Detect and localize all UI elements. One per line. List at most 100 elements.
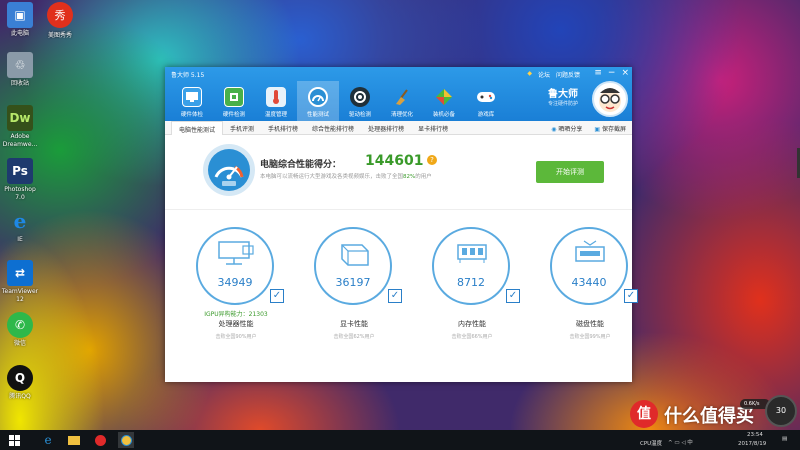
nav-label: 硬件检测	[222, 112, 245, 118]
tab-pc-performance[interactable]: 电脑性能测试	[171, 121, 224, 135]
nav-label: 游戏库	[477, 112, 495, 118]
menu-icon[interactable]: ≡	[594, 68, 602, 78]
component-scores: 34949 ✓ IGPU异构能力：21303 处理器性能 击败全国90%用户 3…	[165, 227, 638, 377]
close-icon[interactable]: ×	[621, 68, 629, 78]
score-ring: 43440 ✓	[550, 227, 638, 305]
desktop-icon-dreamweaver[interactable]: Dw Adobe Dreamwe...	[2, 105, 38, 149]
start-button[interactable]	[6, 432, 22, 448]
ie-icon: e	[13, 209, 27, 233]
card-disk: 43440 ✓ 磁盘性能 击败全国99%用户	[540, 227, 640, 377]
taskbar-explorer[interactable]	[66, 432, 82, 448]
tray-icons: ^ ▭ ◁ 中	[668, 438, 693, 446]
desktop-icon-label: 此电脑	[10, 30, 29, 37]
card-subtitle: 击败全国99%用户	[569, 334, 611, 340]
desktop-icon-ie[interactable]: e IE	[2, 208, 38, 244]
nav-temperature[interactable]: 温度管理	[255, 81, 297, 121]
memory-score: 8712	[457, 276, 485, 289]
nav-game-library[interactable]: 游戏库	[465, 81, 507, 121]
tab-gpu-ranking[interactable]: 显卡排行榜	[411, 121, 455, 135]
desktop-icon-label: Adobe Dreamwe...	[2, 133, 38, 148]
teamviewer-icon: ⇄	[7, 260, 33, 286]
start-test-button[interactable]: 开始评测	[536, 161, 604, 183]
card-title: 内存性能	[458, 320, 486, 328]
tab-phone-review[interactable]: 手机评测	[223, 121, 261, 135]
save-screenshot-button[interactable]: ▣ 保存截屏	[594, 124, 626, 133]
feedback-link[interactable]: 问题反馈	[556, 70, 580, 79]
desktop-icon-qq[interactable]: Q 腾讯QQ	[2, 365, 38, 401]
brand-name: 鲁大师	[548, 89, 578, 100]
nav-label: 硬件体检	[180, 112, 203, 118]
checkbox[interactable]: ✓	[506, 289, 520, 303]
chip-icon	[224, 87, 244, 107]
top-links: ◆ 论坛 问题反馈	[527, 70, 580, 79]
save-screenshot-label: 保存截屏	[601, 126, 626, 133]
taskbar: e CPU温度 ^ ▭ ◁ 中 23:54 2017/8/19 ▤	[0, 430, 800, 450]
desktop-icon-label: IE	[17, 236, 23, 243]
edge-icon: e	[44, 433, 52, 447]
score-label: 电脑综合性能得分：	[260, 160, 342, 170]
thermometer-icon	[266, 87, 286, 107]
checkbox[interactable]: ✓	[388, 289, 402, 303]
broom-icon	[392, 87, 412, 107]
monitor-icon	[182, 87, 202, 107]
nav-cleanup[interactable]: 清理优化	[381, 81, 423, 121]
shirt-icon[interactable]: ◆	[527, 70, 532, 79]
nav-label: 性能测试	[306, 112, 329, 118]
nav-label: 驱动检测	[348, 112, 371, 118]
score-desc-suffix: 的用户	[415, 174, 432, 180]
watermark-badge: 值	[630, 400, 658, 428]
checkbox[interactable]: ✓	[270, 289, 284, 303]
clock-date[interactable]: 2017/8/19	[738, 441, 766, 447]
desktop-icon-teamviewer[interactable]: ⇄ TeamViewer 12	[2, 260, 38, 304]
desktop-icon-label: Photoshop 7.0	[4, 186, 36, 201]
sub-tabs: 电脑性能测试 手机评测 手机排行榜 综合性能排行榜 处理器排行榜 显卡排行榜 ◉…	[165, 121, 632, 135]
cpu-icon	[218, 241, 254, 265]
nav-performance-test[interactable]: 性能测试	[297, 81, 339, 121]
gpu-cube-icon	[341, 244, 369, 266]
taskbar-edge[interactable]: e	[40, 432, 56, 448]
minimize-icon[interactable]: −	[608, 68, 616, 78]
disk-score: 43440	[571, 276, 607, 289]
desktop-icon-label: TeamViewer 12	[1, 288, 39, 303]
accelerator-ball[interactable]: 30	[765, 395, 797, 427]
network-icon[interactable]: ▭	[674, 440, 679, 446]
clock-time[interactable]: 23:54	[747, 432, 763, 438]
checkbox[interactable]: ✓	[624, 289, 638, 303]
gamepad-icon	[476, 87, 496, 107]
taskbar-netease[interactable]	[92, 432, 108, 448]
tab-cpu-ranking[interactable]: 处理器排行榜	[361, 121, 411, 135]
card-subtitle: 击败全国62%用户	[333, 334, 375, 340]
photoshop-icon: Ps	[7, 158, 33, 184]
share-button[interactable]: ◉ 晒晒分享	[551, 124, 582, 133]
desktop-icon-recycle-bin[interactable]: ♲ 回收站	[2, 52, 38, 88]
help-icon[interactable]: ?	[427, 155, 437, 165]
notification-icon[interactable]: ▤	[782, 436, 787, 442]
score-ring: 8712 ✓	[432, 227, 520, 305]
taskbar-ludashi[interactable]	[118, 432, 134, 448]
volume-icon[interactable]: ◁	[681, 440, 685, 446]
score-ring: 36197 ✓	[314, 227, 402, 305]
desktop-icon-wechat[interactable]: ✆ 微信	[2, 312, 38, 348]
cpu-temp-label[interactable]: CPU温度	[640, 439, 662, 447]
chevron-up-icon[interactable]: ^	[668, 440, 673, 446]
forum-link[interactable]: 论坛	[538, 70, 550, 79]
nav-essentials[interactable]: 装机必备	[423, 81, 465, 121]
nav-hardware-detect[interactable]: 硬件检测	[213, 81, 255, 121]
card-cpu: 34949 ✓ IGPU异构能力：21303 处理器性能 击败全国90%用户	[186, 227, 286, 377]
folder-icon	[68, 435, 80, 445]
gpu-score: 36197	[335, 276, 371, 289]
tab-phone-ranking[interactable]: 手机排行榜	[261, 121, 305, 135]
meitu-icon: 秀	[47, 2, 73, 28]
memory-icon	[457, 244, 487, 263]
computer-icon: ▣	[7, 2, 33, 28]
windows-icon	[8, 434, 20, 446]
desktop-icon-meitu[interactable]: 秀 美图秀秀	[42, 2, 78, 39]
nav-hardware-check[interactable]: 硬件体检	[171, 81, 213, 121]
desktop-icon-photoshop[interactable]: Ps Photoshop 7.0	[2, 158, 38, 202]
tab-overall-ranking[interactable]: 综合性能排行榜	[305, 121, 361, 135]
disk-icon	[575, 240, 605, 262]
share-actions: ◉ 晒晒分享 ▣ 保存截屏	[551, 124, 626, 133]
ime-icon[interactable]: 中	[687, 440, 693, 446]
desktop-icon-this-pc[interactable]: ▣ 此电脑	[2, 2, 38, 38]
nav-driver-detect[interactable]: 驱动检测	[339, 81, 381, 121]
